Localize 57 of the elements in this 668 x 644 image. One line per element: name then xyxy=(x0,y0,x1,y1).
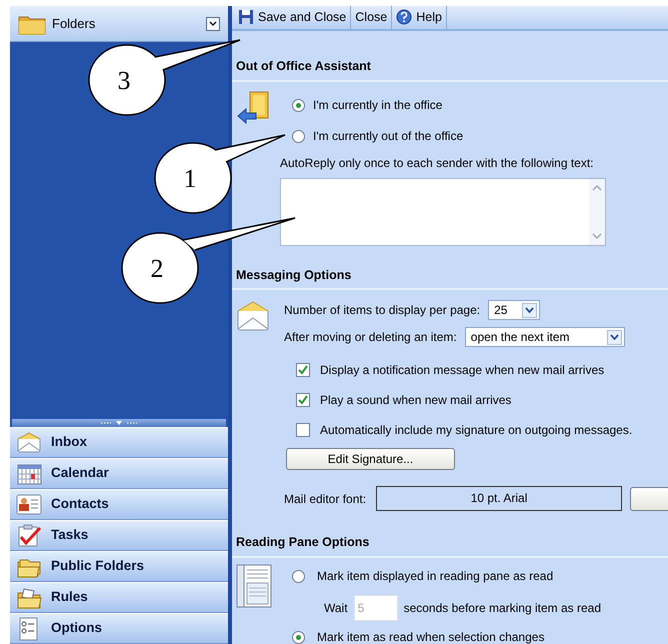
check-icon xyxy=(298,365,308,376)
nav-item[interactable]: Options xyxy=(10,613,228,644)
grip-icon xyxy=(99,420,139,426)
option-label: Mark item as read when selection changes xyxy=(317,629,544,644)
checkbox-label: Automatically include my signature on outgoing messages. xyxy=(320,422,632,440)
radio-button[interactable] xyxy=(292,130,305,142)
dropdown-icon xyxy=(206,16,220,30)
dropdown-value: 25 xyxy=(494,302,508,320)
items-per-page-dropdown[interactable]: 25 xyxy=(488,300,540,320)
toolbar-button[interactable]: Help xyxy=(392,6,447,29)
section-heading: Out of Office Assistant xyxy=(232,56,668,82)
nav-item[interactable]: Tasks xyxy=(10,520,228,551)
clipboard-check-icon xyxy=(16,523,43,548)
edit-signature-button[interactable]: Edit Signature... xyxy=(286,448,455,470)
reading-pane-icon xyxy=(236,564,272,608)
nav-item[interactable]: Calendar xyxy=(10,458,228,489)
chevron-down-icon xyxy=(525,307,534,314)
nav-item[interactable]: Contacts xyxy=(10,489,228,520)
option-label: I'm currently out of the office xyxy=(313,128,464,145)
field-label: Number of items to display per page: xyxy=(284,302,480,320)
after-moving-dropdown[interactable]: open the next item xyxy=(464,327,625,348)
envelope-icon xyxy=(16,430,43,455)
option-label: I'm currently in the office xyxy=(313,97,442,114)
callout-number: 2 xyxy=(150,254,164,283)
nav-item[interactable]: Rules xyxy=(10,582,228,613)
callout-number: 1 xyxy=(184,164,196,193)
toolbar-button[interactable]: Save and Close xyxy=(234,6,352,29)
sidebar-title: Folders xyxy=(52,14,96,33)
dropdown-value: open the next item xyxy=(470,329,570,346)
nav-item[interactable]: Public Folders xyxy=(10,551,228,582)
checkbox[interactable] xyxy=(296,423,310,438)
radio-button[interactable] xyxy=(292,98,305,112)
field-label: AutoReply only once to each sender with the following text: xyxy=(280,154,595,172)
callout-number: 3 xyxy=(118,66,130,95)
chevron-down-icon xyxy=(610,334,619,340)
radio-button[interactable] xyxy=(292,570,305,582)
checkbox-label: Play a sound when new mail arrives xyxy=(320,392,512,410)
field-label: Wait xyxy=(324,600,348,617)
autoreply-text-field[interactable] xyxy=(280,178,606,246)
toolbar-button[interactable]: Close xyxy=(351,6,392,29)
option-label: Mark item displayed in reading pane as read xyxy=(317,568,554,585)
help-icon xyxy=(396,9,412,26)
check-icon xyxy=(298,395,308,406)
scrollbar-icon xyxy=(589,178,605,244)
contact-card-icon xyxy=(16,492,43,517)
font-display-field: 10 pt. Arial xyxy=(376,486,622,512)
field-label: seconds before marking item as read xyxy=(404,600,601,617)
nav-item[interactable]: Inbox xyxy=(10,427,228,458)
section-heading: Reading Pane Options xyxy=(232,533,668,558)
checkbox[interactable] xyxy=(296,393,310,408)
field-label: After moving or deleting an item: xyxy=(284,329,457,346)
checkbox-label: Display a notification message when new mail arrives xyxy=(320,362,604,380)
font-button[interactable] xyxy=(630,486,668,511)
field-label: Mail editor font: xyxy=(284,490,366,508)
radio-button[interactable] xyxy=(292,630,305,644)
section-heading: Messaging Options xyxy=(232,266,668,290)
checkbox[interactable] xyxy=(296,363,310,378)
